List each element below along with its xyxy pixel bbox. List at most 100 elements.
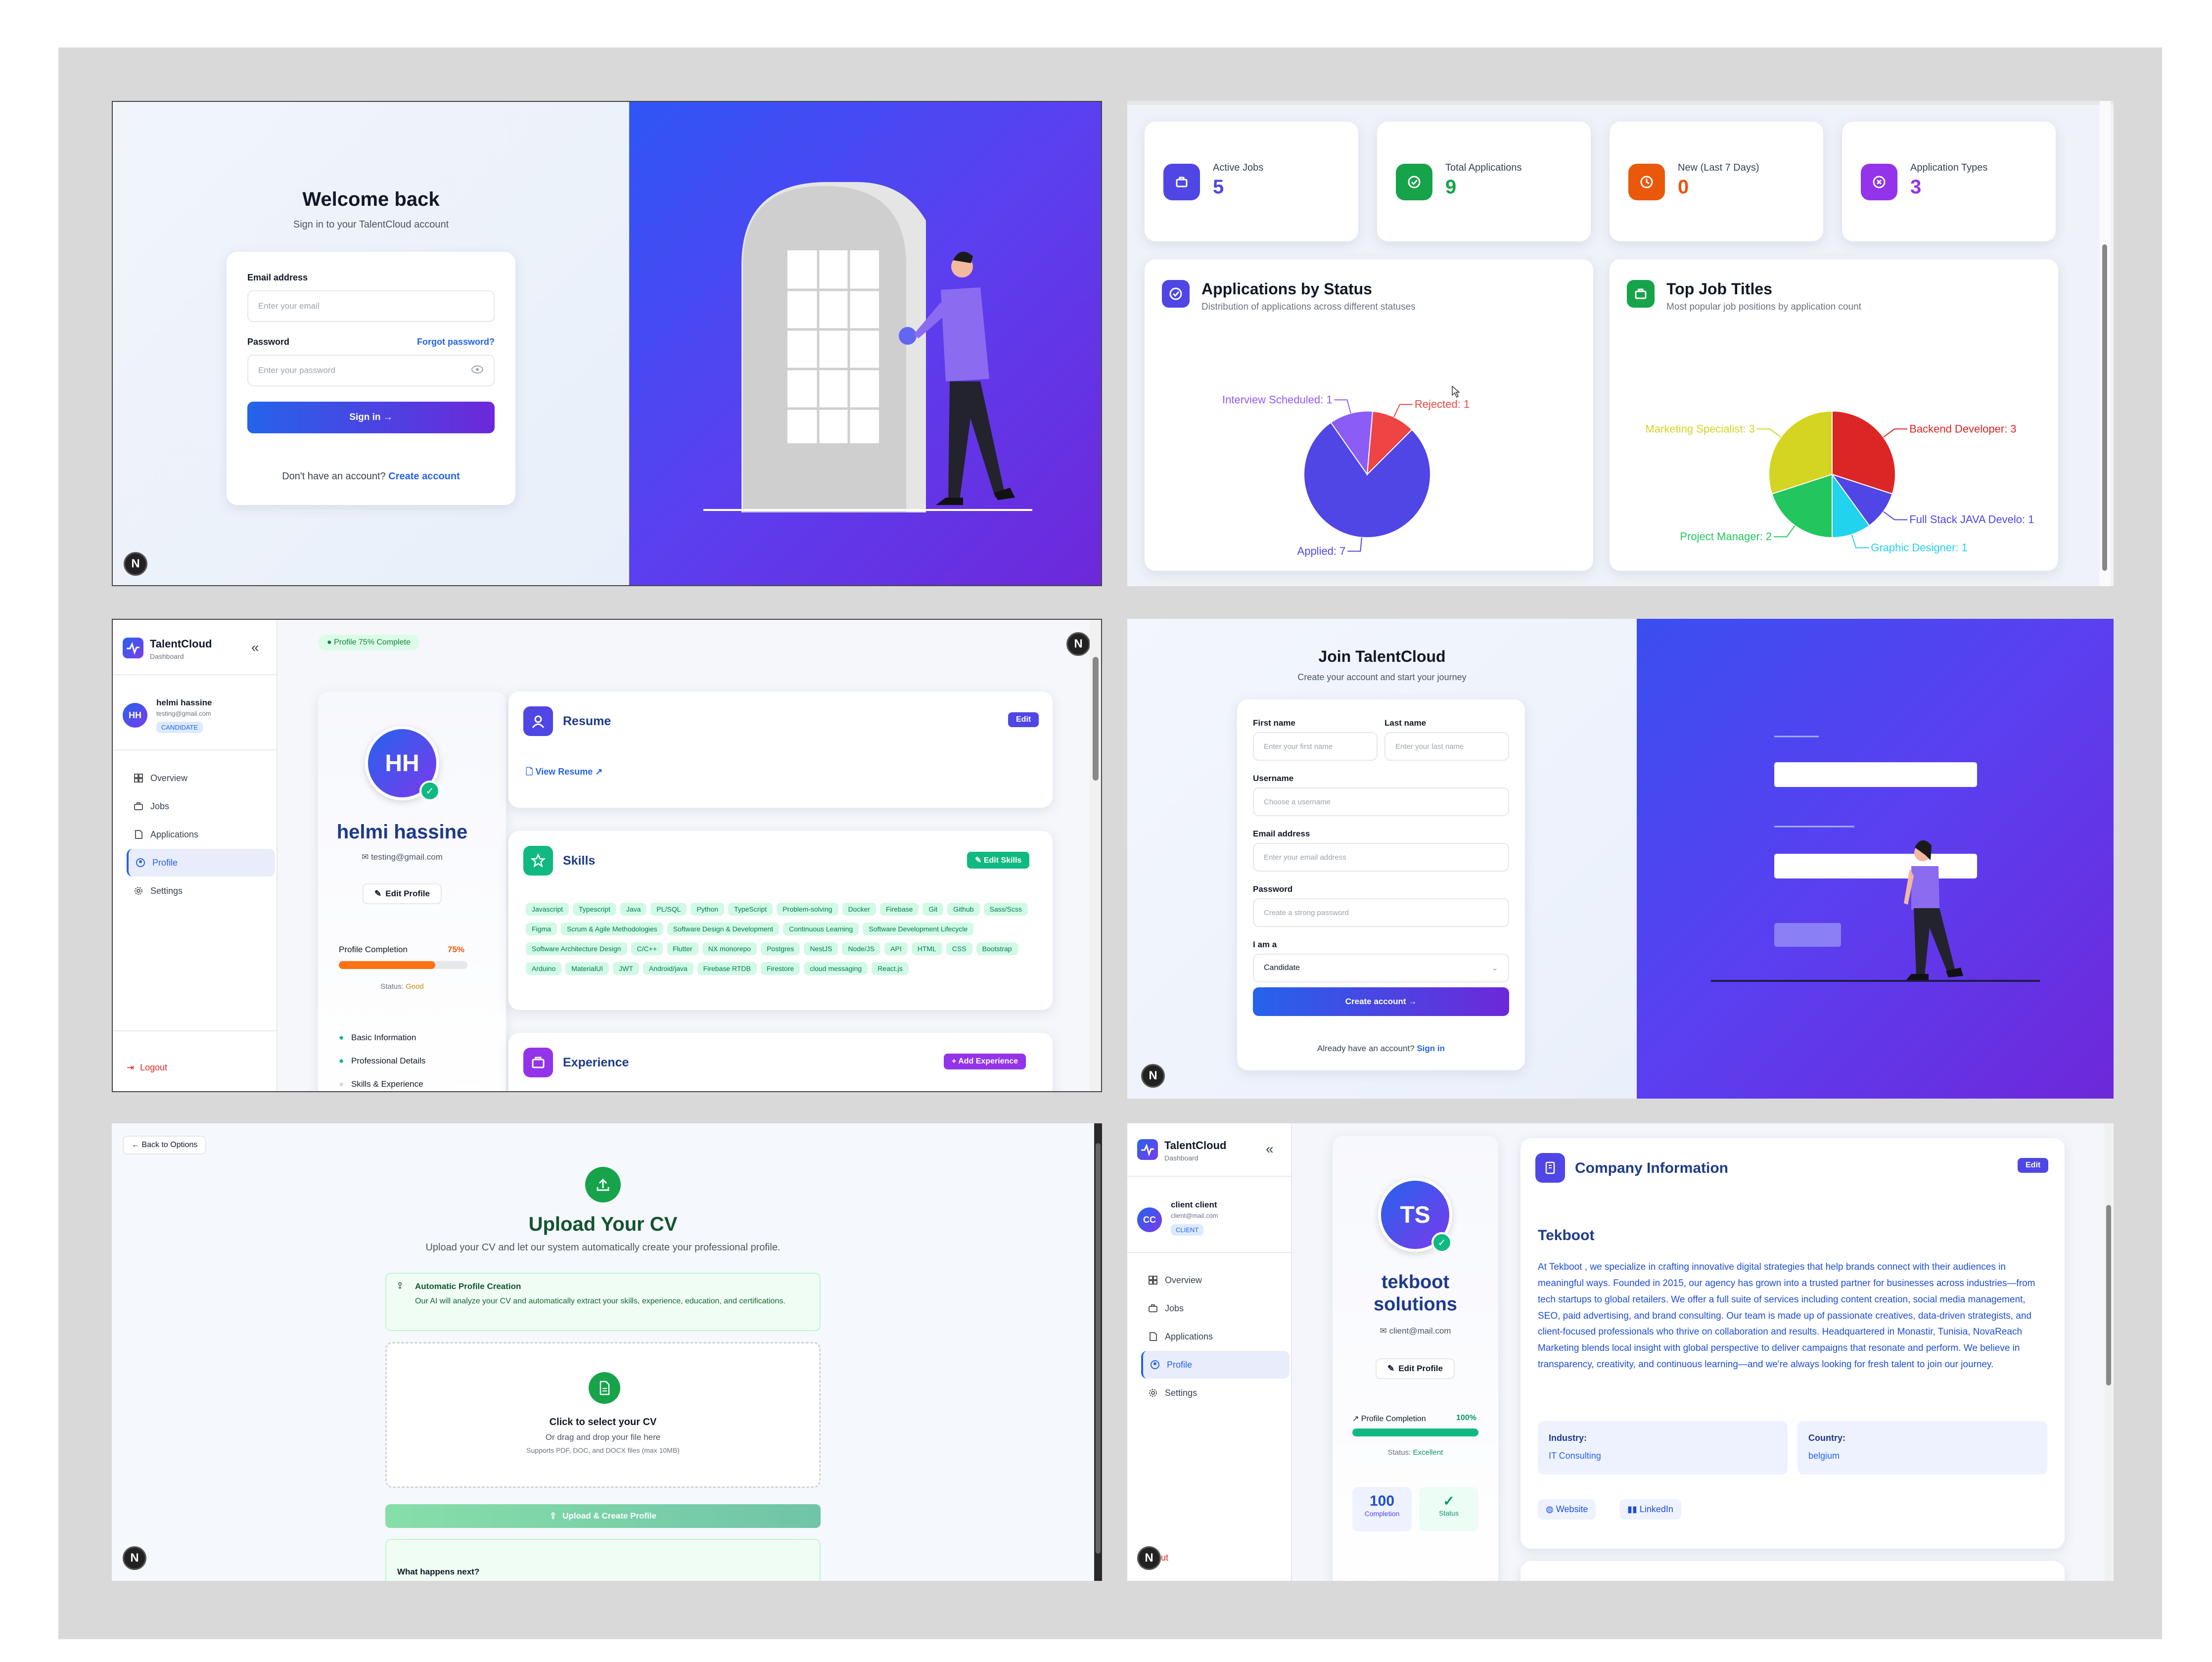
stat-label: Total Applications: [1445, 162, 1522, 173]
nav-overview[interactable]: Overview: [1141, 1266, 1290, 1294]
pie-label: Backend Developer: 3: [1909, 422, 2016, 435]
scrollbar-thumb[interactable]: [2106, 1205, 2111, 1385]
skill-tag: NestJS: [804, 942, 838, 955]
scrollbar[interactable]: [1090, 620, 1101, 1091]
nav-jobs[interactable]: Jobs: [127, 792, 275, 820]
resume-title: Resume: [563, 714, 611, 728]
company-name-line1: tekboot: [1381, 1272, 1450, 1293]
email-input[interactable]: Enter your email: [247, 290, 495, 322]
completion-status: Status: Good: [318, 982, 486, 991]
upload-create-button[interactable]: ⇪ Upload & Create Profile: [385, 1504, 821, 1528]
next-badge-icon[interactable]: N: [123, 1546, 146, 1570]
company-info-card: Company Information Edit Tekboot At Tekb…: [1521, 1138, 2065, 1549]
upload-small-icon: ⇪: [396, 1281, 404, 1291]
edit-profile-button[interactable]: ✎ Edit Profile: [363, 883, 442, 904]
next-badge-icon[interactable]: N: [1066, 632, 1090, 656]
company-info-title: Company Information: [1575, 1160, 1729, 1176]
add-experience-button[interactable]: + Add Experience: [944, 1054, 1026, 1069]
nav-settings[interactable]: Settings: [1141, 1379, 1290, 1407]
status-chart-title: Applications by Status: [1201, 280, 1372, 298]
logout-label: Logout: [140, 1062, 168, 1072]
sign-in-link[interactable]: Sign in: [1417, 1044, 1445, 1053]
user-email: testing@gmail.com: [156, 710, 211, 717]
website-label: Website: [1556, 1504, 1588, 1514]
website-link[interactable]: ◍ Website: [1538, 1499, 1596, 1520]
edit-skills-button[interactable]: ✎ Edit Skills: [967, 852, 1030, 869]
edit-skills-label: Edit Skills: [983, 856, 1022, 865]
skill-tag: Scrum & Agile Methodologies: [560, 923, 663, 935]
next-badge-icon[interactable]: N: [1141, 1064, 1165, 1088]
collapse-sidebar-icon[interactable]: «: [251, 640, 259, 655]
last-name-input[interactable]: Enter your last name: [1384, 732, 1509, 761]
upload-cv-panel: ← Back to Options Upload Your CV Upload …: [112, 1123, 1102, 1581]
resume-edit-button[interactable]: Edit: [1008, 712, 1039, 727]
company-edit-button[interactable]: Edit: [2018, 1158, 2049, 1173]
drop-subtitle: Or drag and drop your file here: [545, 1432, 661, 1442]
skill-tag: Python: [691, 903, 725, 916]
scrollbar[interactable]: [1094, 1123, 1102, 1581]
username-input[interactable]: Choose a username: [1253, 787, 1509, 816]
skill-tag: Typescript: [573, 903, 616, 916]
next-badge-icon[interactable]: N: [124, 552, 147, 576]
view-resume-link[interactable]: 🗋 View Resume ↗: [526, 766, 602, 781]
collapse-sidebar-icon[interactable]: «: [1266, 1141, 1274, 1157]
upload-icon: [585, 1167, 621, 1202]
register-subtitle: Create your account and start your journ…: [1297, 672, 1467, 682]
company-profile-panel: TalentCloud Dashboard « CC client client…: [1127, 1123, 2114, 1581]
company-heading: Tekboot: [1538, 1227, 1595, 1244]
logout-button[interactable]: ⇥ Logout: [127, 1062, 167, 1073]
create-account-button[interactable]: Create account →: [1253, 987, 1509, 1016]
email-label: Email address: [247, 273, 308, 282]
eye-icon[interactable]: [471, 365, 484, 376]
brand-sub: Dashboard: [1164, 1154, 1198, 1162]
create-account-link[interactable]: Create account: [388, 471, 460, 482]
back-to-options-button[interactable]: ← Back to Options: [123, 1136, 207, 1154]
nav-profile-active[interactable]: Profile: [127, 849, 275, 877]
nav-jobs[interactable]: Jobs: [1141, 1294, 1290, 1322]
sign-in-button[interactable]: Sign in →: [247, 402, 495, 433]
nav-profile-active[interactable]: Profile: [1141, 1351, 1290, 1379]
edit-profile-button[interactable]: ✎ Edit Profile: [1376, 1358, 1455, 1379]
file-drop-zone[interactable]: Click to select your CV Or drag and drop…: [385, 1342, 821, 1488]
register-password-input[interactable]: Create a strong password: [1253, 898, 1509, 927]
nav-overview[interactable]: Overview: [127, 764, 275, 792]
skill-tag: Software Architecture Design: [526, 942, 627, 955]
skill-tag: Javascript: [526, 903, 569, 916]
nav-applications[interactable]: Applications: [127, 821, 275, 848]
skill-tag: Figma: [526, 923, 557, 935]
industry-box: Industry: IT Consulting: [1538, 1421, 1788, 1475]
register-illustration: [1637, 619, 2114, 1099]
verified-icon: ✓: [419, 781, 440, 801]
forgot-password-link[interactable]: Forgot password?: [417, 337, 495, 347]
next-badge-icon[interactable]: N: [1137, 1546, 1161, 1570]
nav-applications[interactable]: Applications: [1141, 1323, 1290, 1350]
completion-label: ↗ Profile Completion: [1352, 1415, 1426, 1423]
skill-tag: API: [884, 942, 908, 955]
first-name-input[interactable]: Enter your first name: [1253, 732, 1378, 761]
profile-name: helmi hassine: [336, 821, 468, 843]
nav-label: Applications: [150, 829, 199, 839]
skill-tag: Software Design & Development: [667, 923, 780, 935]
divider: [113, 749, 277, 750]
drop-hint: Supports PDF, DOC, and DOCX files (max 1…: [526, 1446, 680, 1454]
skill-tag: Android/java: [643, 962, 693, 975]
form-person-illustration: [1711, 736, 2040, 982]
scrollbar-thumb[interactable]: [1093, 657, 1099, 781]
pie-leader-line: [1756, 428, 1782, 438]
register-email-input[interactable]: Enter your email address: [1253, 843, 1509, 872]
auto-profile-title: Automatic Profile Creation: [415, 1282, 521, 1291]
user-icon: [523, 706, 553, 736]
scrollbar-thumb[interactable]: [2102, 244, 2107, 571]
nav-settings[interactable]: Settings: [127, 877, 275, 905]
role-select[interactable]: Candidate ⌄: [1253, 954, 1509, 982]
scrollbar[interactable]: [2100, 101, 2111, 586]
skill-tag: C/C++: [631, 942, 663, 955]
scrollbar-thumb[interactable]: [1096, 1143, 1101, 1554]
linkedin-link[interactable]: ▮▮ LinkedIn: [1619, 1499, 1681, 1520]
stat-card: Application Types 3: [1842, 122, 2056, 241]
skill-tag: Bootstrap: [976, 942, 1018, 955]
password-input[interactable]: Enter your password: [247, 355, 495, 386]
briefcase-icon: [1627, 280, 1655, 308]
pie-label: Rejected: 1: [1415, 398, 1470, 411]
scrollbar[interactable]: [2105, 1123, 2113, 1581]
